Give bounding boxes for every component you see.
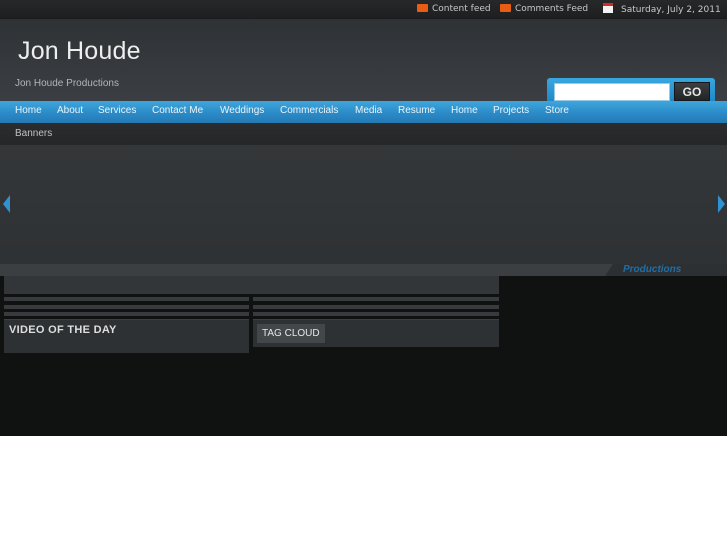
- rss-icon: [500, 4, 511, 12]
- slider-prev-arrow-icon[interactable]: [3, 195, 10, 213]
- date-display: Saturday, July 2, 2011: [603, 3, 721, 15]
- video-of-the-day-widget: VIDEO OF THE DAY: [4, 319, 249, 353]
- divider: [4, 305, 249, 309]
- divider: [4, 312, 249, 316]
- search-input[interactable]: [554, 83, 670, 101]
- tag-cloud-widget: TAG CLOUD: [253, 319, 499, 347]
- main-nav: Home About Services Contact Me Weddings …: [0, 101, 727, 123]
- comments-feed-link[interactable]: Comments Feed: [500, 3, 588, 15]
- date-text: Saturday, July 2, 2011: [621, 5, 721, 15]
- nav-item-home-2[interactable]: Home: [451, 105, 478, 116]
- divider: [4, 297, 249, 301]
- content-feed-label: Content feed: [432, 4, 491, 14]
- divider: [253, 305, 499, 309]
- nav-item-weddings[interactable]: Weddings: [220, 105, 264, 116]
- comments-feed-label: Comments Feed: [515, 4, 589, 14]
- nav-item-projects[interactable]: Projects: [493, 105, 529, 116]
- site-tagline: Jon Houde Productions: [15, 78, 119, 89]
- top-bar: Content feed Comments Feed Saturday, Jul…: [0, 0, 727, 19]
- nav-item-about[interactable]: About: [57, 105, 83, 116]
- divider: [253, 297, 499, 301]
- widget-title: VIDEO OF THE DAY: [9, 324, 117, 336]
- nav-item-resume[interactable]: Resume: [398, 105, 435, 116]
- brand-text: Productions: [623, 264, 682, 275]
- go-button[interactable]: GO: [674, 82, 710, 101]
- nav-item-services[interactable]: Services: [98, 105, 136, 116]
- rss-icon: [417, 4, 428, 12]
- nav-item-home[interactable]: Home: [15, 105, 42, 116]
- featured-slider: [0, 145, 727, 276]
- subnav-item-banners[interactable]: Banners: [15, 128, 52, 139]
- site-wrapper: Content feed Comments Feed Saturday, Jul…: [0, 0, 727, 436]
- calendar-icon: [603, 3, 613, 13]
- divider: [253, 312, 499, 316]
- slider-next-arrow-icon[interactable]: [718, 195, 725, 213]
- nav-item-commercials[interactable]: Commercials: [280, 105, 338, 116]
- nav-item-store[interactable]: Store: [545, 105, 569, 116]
- nav-item-media[interactable]: Media: [355, 105, 382, 116]
- content-feed-link[interactable]: Content feed: [417, 3, 491, 15]
- widget-title: TAG CLOUD: [257, 324, 325, 343]
- sub-nav: Banners: [0, 123, 727, 145]
- nav-item-contact-me[interactable]: Contact Me: [152, 105, 203, 116]
- content-strip: [4, 276, 499, 294]
- site-title[interactable]: Jon Houde: [18, 37, 141, 66]
